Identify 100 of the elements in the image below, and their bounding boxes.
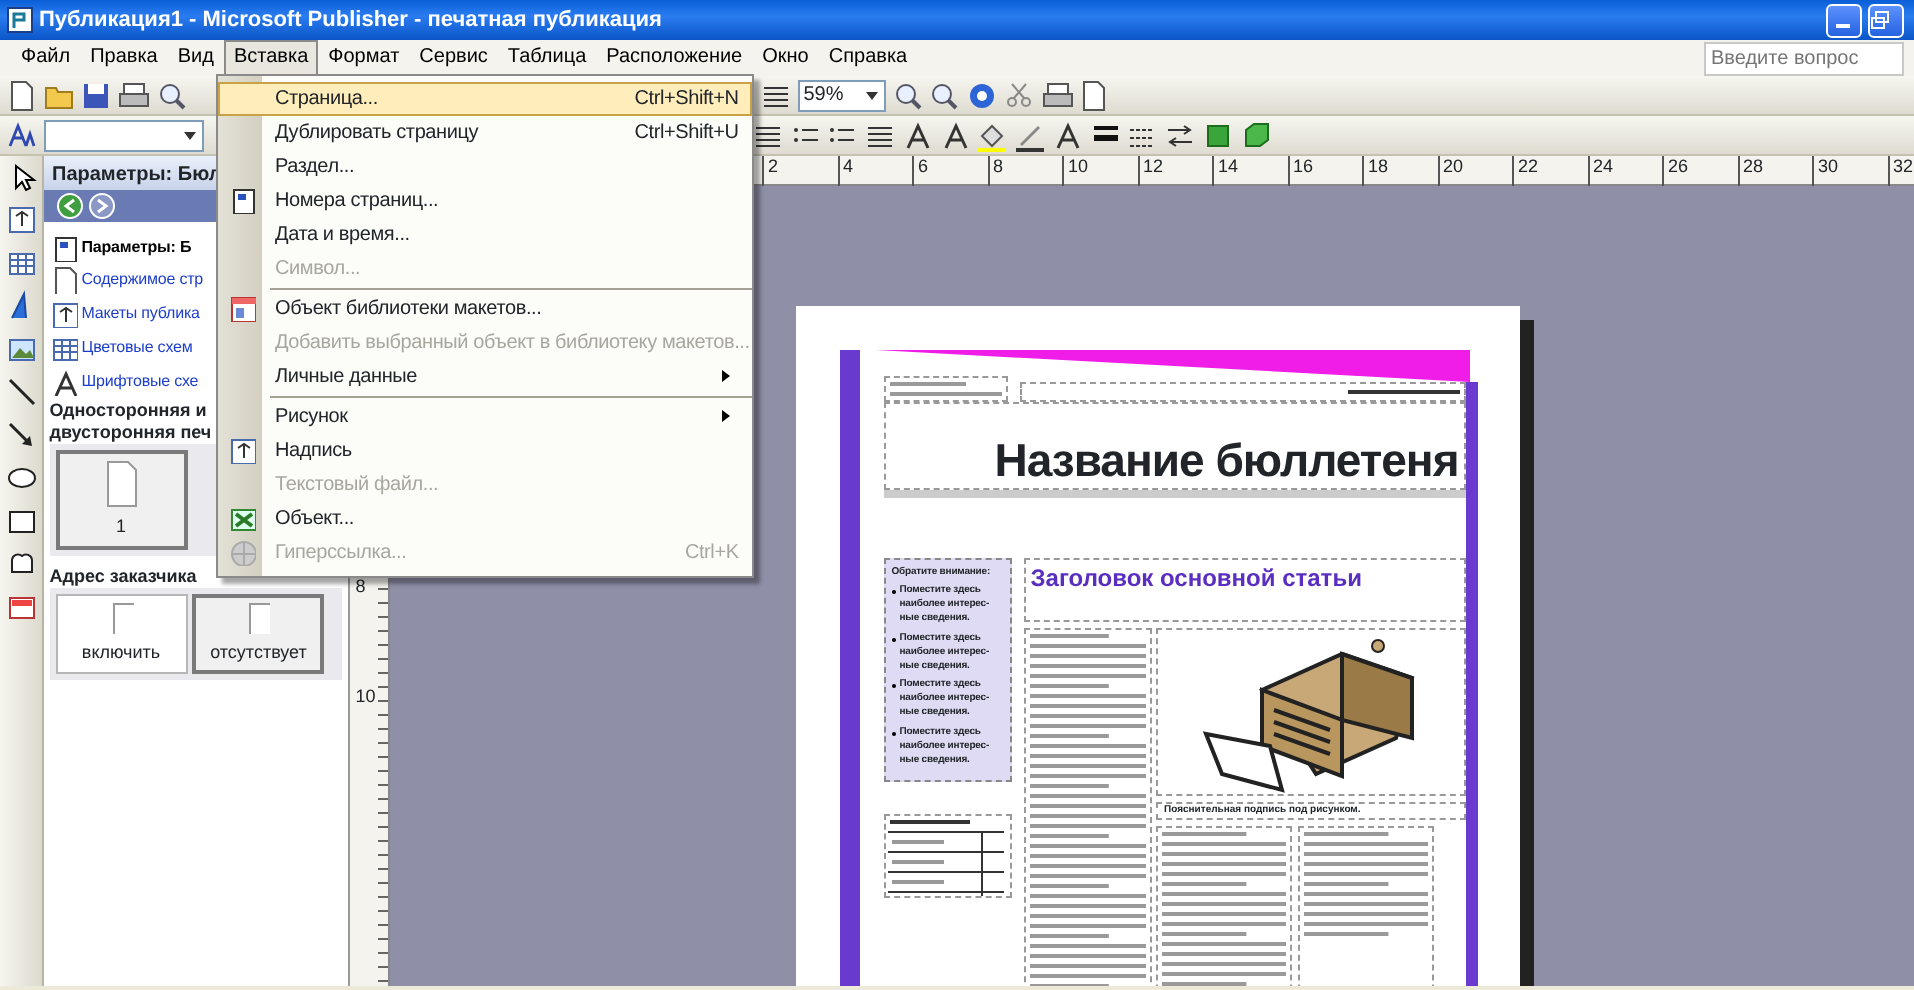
- restore-icon: [1869, 10, 1889, 30]
- menu-option[interactable]: Дата и время...: [218, 217, 752, 252]
- menu-option[interactable]: Страница... Ctrl+Shift+N: [218, 81, 752, 116]
- menu-item[interactable]: Вставка: [223, 40, 319, 76]
- menu-item[interactable]: Таблица: [497, 40, 597, 76]
- table-icon[interactable]: [5, 247, 37, 280]
- pane-heading: Параметры: Б: [81, 235, 192, 259]
- shrink-font-icon[interactable]: [939, 119, 971, 151]
- dropdown-arrow-icon: [863, 89, 880, 101]
- text-lines-drawing: [886, 378, 1006, 400]
- arrow-icon[interactable]: [5, 419, 37, 452]
- pane-link[interactable]: Содержимое стр: [81, 268, 204, 293]
- zoom-value: 59%: [803, 82, 844, 110]
- arrow-style-icon[interactable]: [1164, 119, 1196, 151]
- submenu-arrow-icon: [717, 408, 734, 425]
- pane-link[interactable]: Шрифтовые схе: [81, 369, 199, 393]
- dropdown-arrow-icon: [181, 129, 197, 141]
- minimize-button[interactable]: [1825, 3, 1862, 37]
- menu-item-icon: [228, 436, 256, 465]
- layout-option[interactable]: 1: [55, 450, 187, 550]
- shadow-icon[interactable]: [1201, 119, 1234, 151]
- text-lines-drawing: [1300, 827, 1432, 940]
- menu-option[interactable]: Личные данные: [218, 359, 752, 394]
- menu-option[interactable]: Рисунок: [218, 399, 752, 434]
- text-box-icon[interactable]: [5, 204, 37, 237]
- ruler-number: 18: [1368, 156, 1389, 176]
- address-option[interactable]: отсутствует: [192, 594, 325, 674]
- window-title: Публикация1 - Microsoft Publisher - печатная публикация: [39, 5, 664, 36]
- zoom-in-icon[interactable]: [928, 79, 961, 111]
- ruler-number: 4: [843, 156, 854, 176]
- menu-item[interactable]: Правка: [80, 40, 168, 76]
- menu-item[interactable]: Сервис: [409, 40, 498, 76]
- newsletter-title: Название бюллетеня: [994, 432, 1459, 488]
- address-option[interactable]: включить: [55, 594, 187, 674]
- menu-item-icon: [228, 294, 256, 323]
- zoom-out-icon[interactable]: [891, 79, 923, 111]
- line-icon[interactable]: [5, 376, 37, 409]
- bullet-icon: [891, 589, 896, 594]
- menu-item[interactable]: Окно: [752, 40, 819, 76]
- ruler-number: 24: [1593, 156, 1614, 176]
- ruler-number: 8: [993, 156, 1004, 176]
- back-icon[interactable]: [55, 192, 83, 220]
- ruler-number: 6: [918, 156, 929, 176]
- menu-option[interactable]: Объект...: [218, 501, 752, 536]
- submenu-arrow-icon: [717, 368, 734, 385]
- save-icon[interactable]: [80, 79, 113, 111]
- help-search-field[interactable]: Введите вопрос: [1703, 41, 1903, 75]
- ruler-number: 30: [1818, 156, 1839, 176]
- gallery-icon[interactable]: [5, 591, 37, 624]
- ruler-number: 26: [1668, 156, 1689, 176]
- pane-link[interactable]: Цветовые схем: [81, 335, 193, 360]
- ruler-number: 22: [1518, 156, 1539, 176]
- styles-icon[interactable]: [5, 119, 38, 151]
- ruler-number: 28: [1743, 156, 1764, 176]
- ruler-number: 10: [1068, 156, 1089, 176]
- ruler-number: 10: [355, 686, 376, 706]
- menu-item[interactable]: Формат: [318, 40, 410, 76]
- option-label: включить: [81, 639, 161, 666]
- menu-item-icon: [228, 538, 256, 567]
- bullet-icon: [891, 684, 896, 689]
- rectangle-icon[interactable]: [5, 505, 37, 538]
- ruler-number: 14: [1218, 156, 1239, 176]
- magnifier-icon[interactable]: [155, 79, 188, 111]
- ruler-number: 20: [1443, 156, 1464, 176]
- contents-table-drawing: [886, 816, 1006, 896]
- grow-font-icon[interactable]: [901, 119, 934, 151]
- help-icon[interactable]: [966, 79, 998, 111]
- menu-item[interactable]: Вид: [167, 40, 224, 76]
- menu-option[interactable]: Надпись: [218, 433, 752, 468]
- option-label: 1: [115, 513, 126, 540]
- menu-item[interactable]: Файл: [11, 40, 81, 76]
- menu-item-icon: [228, 504, 256, 533]
- ruler-number: 2: [768, 156, 779, 176]
- link-icon: [49, 333, 78, 362]
- printer-icon[interactable]: [118, 79, 150, 111]
- menu-item[interactable]: Справка: [818, 40, 918, 76]
- text-lines-drawing: [1344, 384, 1464, 400]
- ruler-number: 8: [355, 576, 366, 596]
- section-title: Односторонняя и двусторонняя печ: [49, 400, 212, 445]
- font-color-icon[interactable]: [1051, 119, 1084, 151]
- menu-option[interactable]: Объект библиотеки макетов...: [218, 291, 752, 326]
- ruler-number: 16: [1293, 156, 1314, 176]
- ruler-number: 32: [1893, 156, 1914, 176]
- headline: Заголовок основной статьи: [1030, 564, 1362, 592]
- option-label: отсутствует: [210, 639, 307, 666]
- link-icon: [49, 233, 78, 261]
- section-title: Адрес заказчика: [49, 566, 197, 589]
- app-icon: [5, 6, 34, 34]
- picture-icon[interactable]: [5, 333, 37, 366]
- printer-icon[interactable]: [1041, 79, 1073, 111]
- ruler-number: 12: [1143, 156, 1164, 176]
- forward-icon[interactable]: [88, 192, 117, 220]
- menu-item[interactable]: Расположение: [596, 40, 753, 76]
- link-icon: [49, 300, 78, 328]
- menu-item-icon: [228, 186, 256, 215]
- restore-button[interactable]: [1867, 3, 1903, 37]
- fill-color-icon[interactable]: [976, 119, 1009, 151]
- link-icon: [49, 266, 78, 295]
- zoom-combo[interactable]: 59%: [797, 79, 886, 111]
- pane-link[interactable]: Макеты публика: [81, 302, 200, 326]
